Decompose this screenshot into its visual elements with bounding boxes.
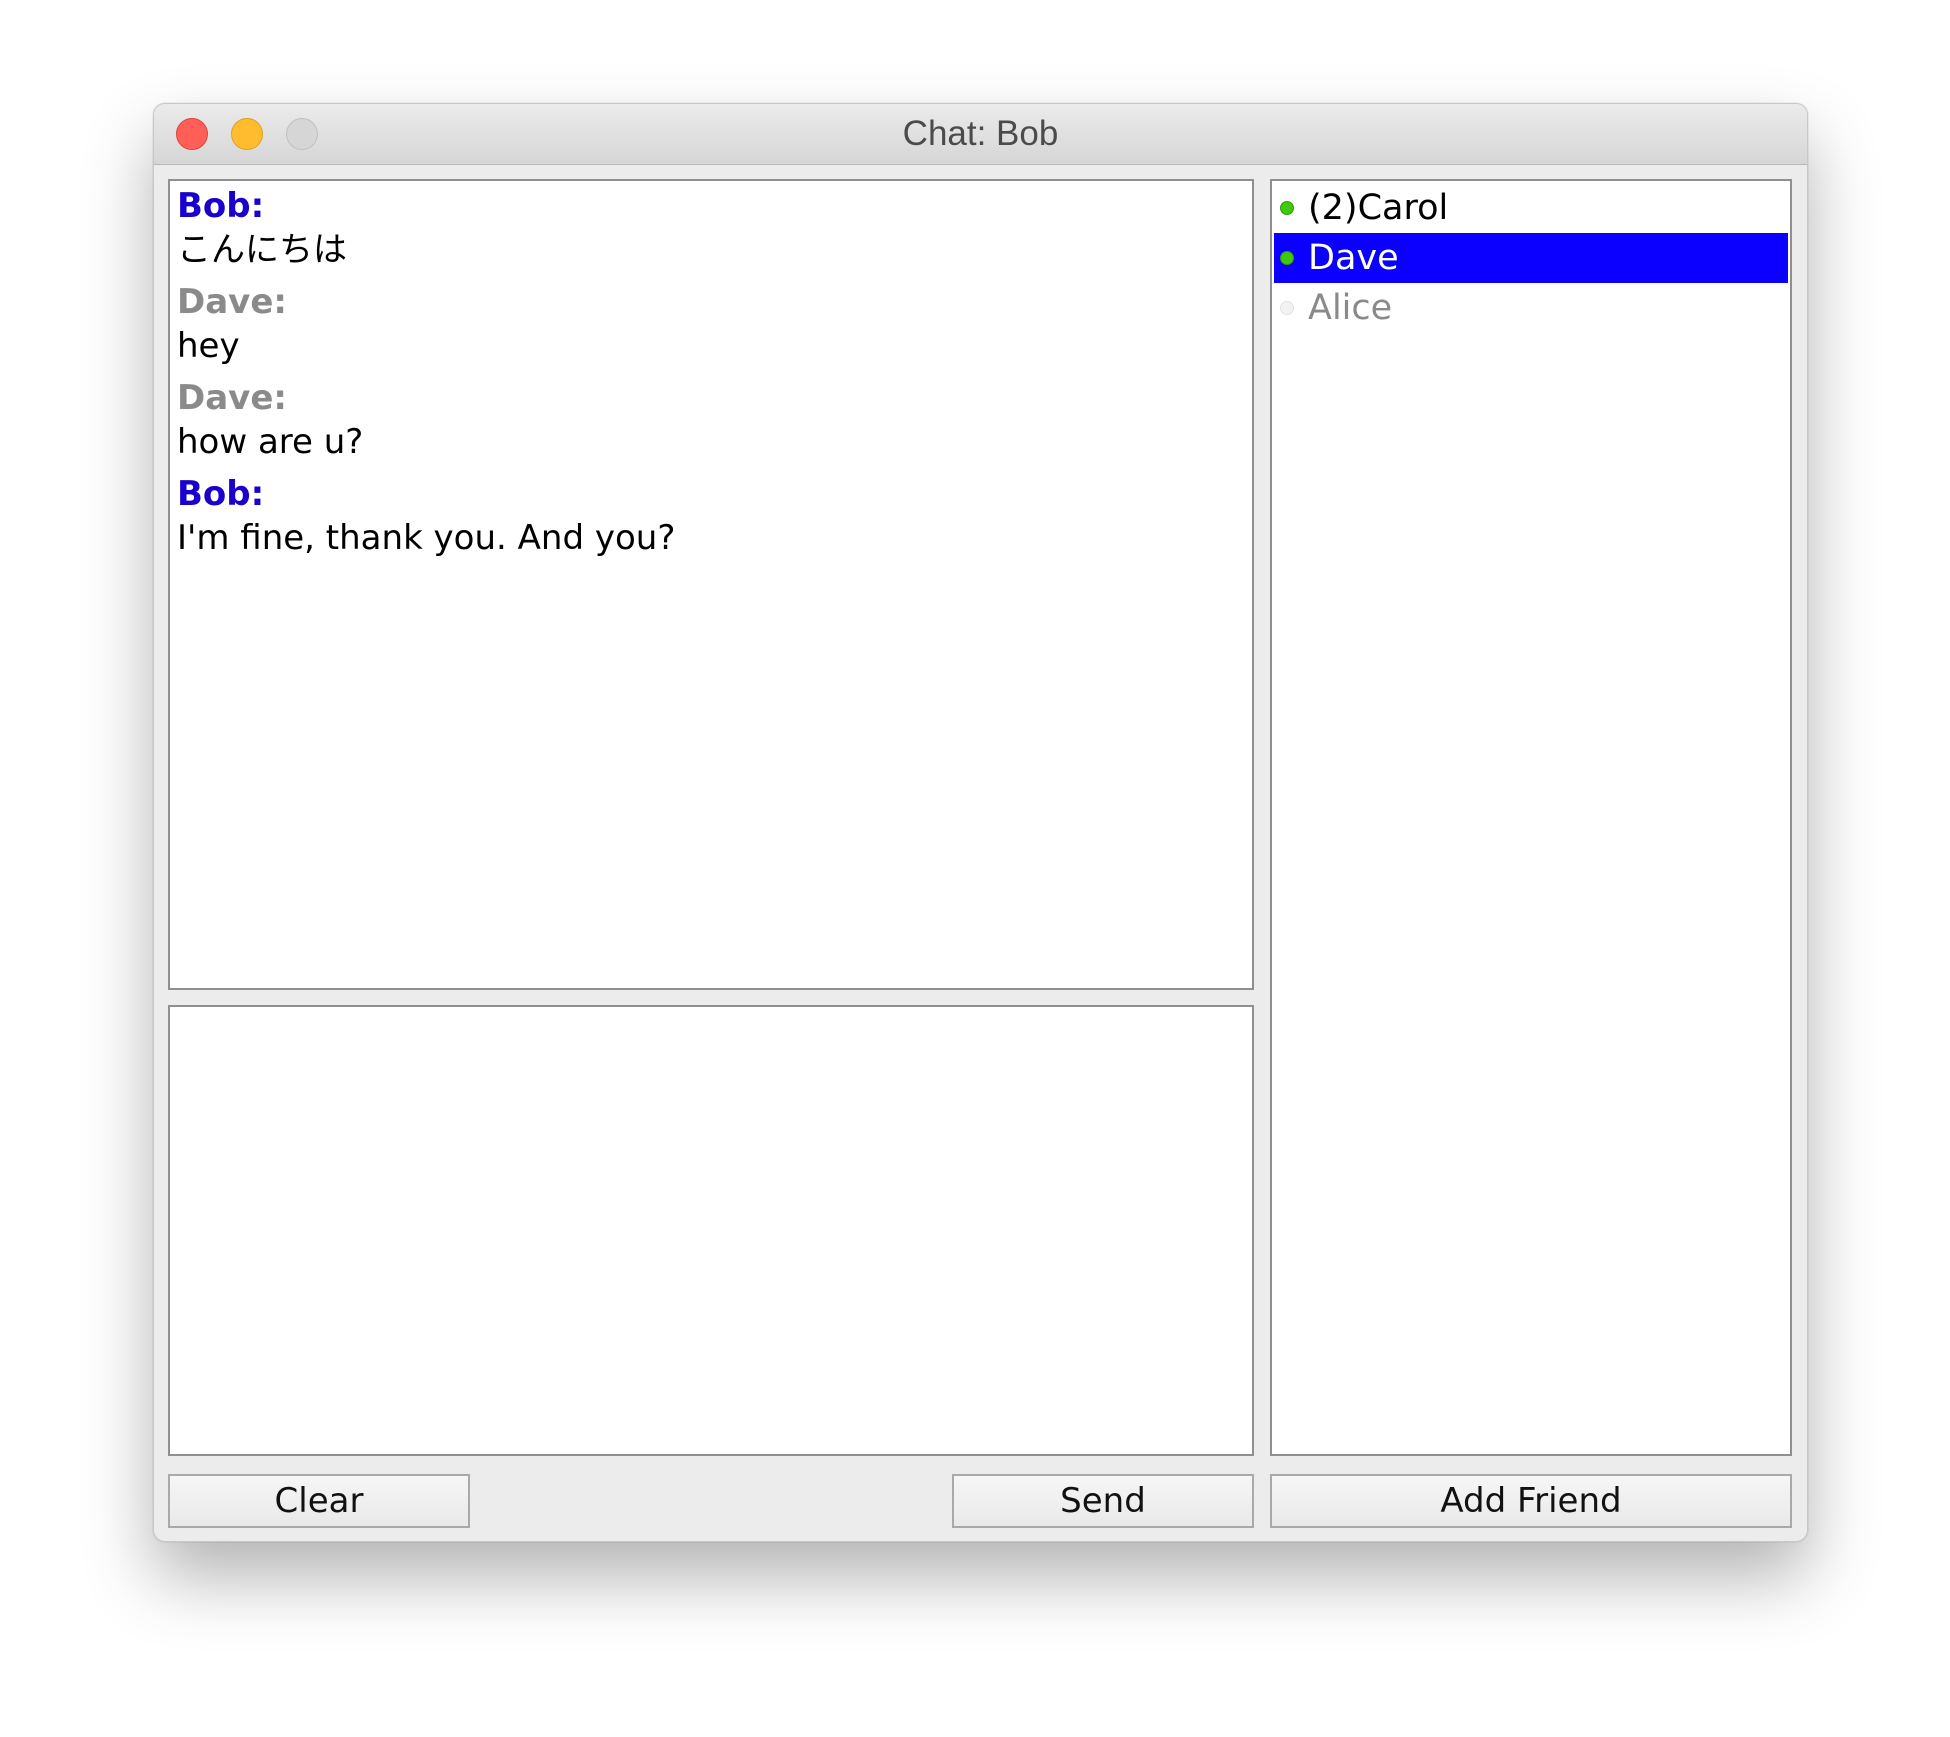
message-sender: Bob: — [177, 186, 265, 226]
friend-item-dave[interactable]: Dave — [1274, 233, 1788, 283]
status-online-icon — [1280, 201, 1294, 215]
message-text: こんにちは — [177, 230, 347, 270]
message-text: I'm fine, thank you. And you? — [177, 518, 676, 558]
status-online-icon — [1280, 251, 1294, 265]
message: Bob: I'm fine, thank you. And you? — [177, 473, 1245, 561]
clear-button[interactable]: Clear — [168, 1474, 470, 1528]
message-text: how are u? — [177, 422, 364, 462]
message-text: hey — [177, 326, 240, 366]
friend-list[interactable]: (2)Carol Dave Alice — [1270, 179, 1792, 1456]
add-friend-button[interactable]: Add Friend — [1270, 1474, 1792, 1528]
friend-item-alice[interactable]: Alice — [1274, 283, 1788, 333]
friend-name: Dave — [1308, 238, 1399, 278]
message-history[interactable]: Bob: こんにちは Dave: hey Dave: how are u? Bo… — [168, 179, 1254, 990]
message-sender: Bob: — [177, 474, 265, 514]
chat-window: Chat: Bob Bob: こんにちは Dave: hey Dave: how… — [153, 103, 1808, 1542]
message-sender: Dave: — [177, 378, 287, 418]
status-offline-icon — [1280, 301, 1294, 315]
title-bar[interactable]: Chat: Bob — [154, 104, 1807, 165]
message-sender: Dave: — [177, 282, 287, 322]
message: Dave: hey — [177, 281, 1245, 369]
friend-item-carol[interactable]: (2)Carol — [1274, 183, 1788, 233]
friend-name: Alice — [1308, 288, 1393, 328]
message-input[interactable] — [168, 1005, 1254, 1456]
window-title: Chat: Bob — [902, 114, 1059, 153]
friend-name: (2)Carol — [1308, 188, 1449, 228]
message: Dave: how are u? — [177, 377, 1245, 465]
send-button[interactable]: Send — [952, 1474, 1254, 1528]
message: Bob: こんにちは — [177, 185, 1245, 273]
